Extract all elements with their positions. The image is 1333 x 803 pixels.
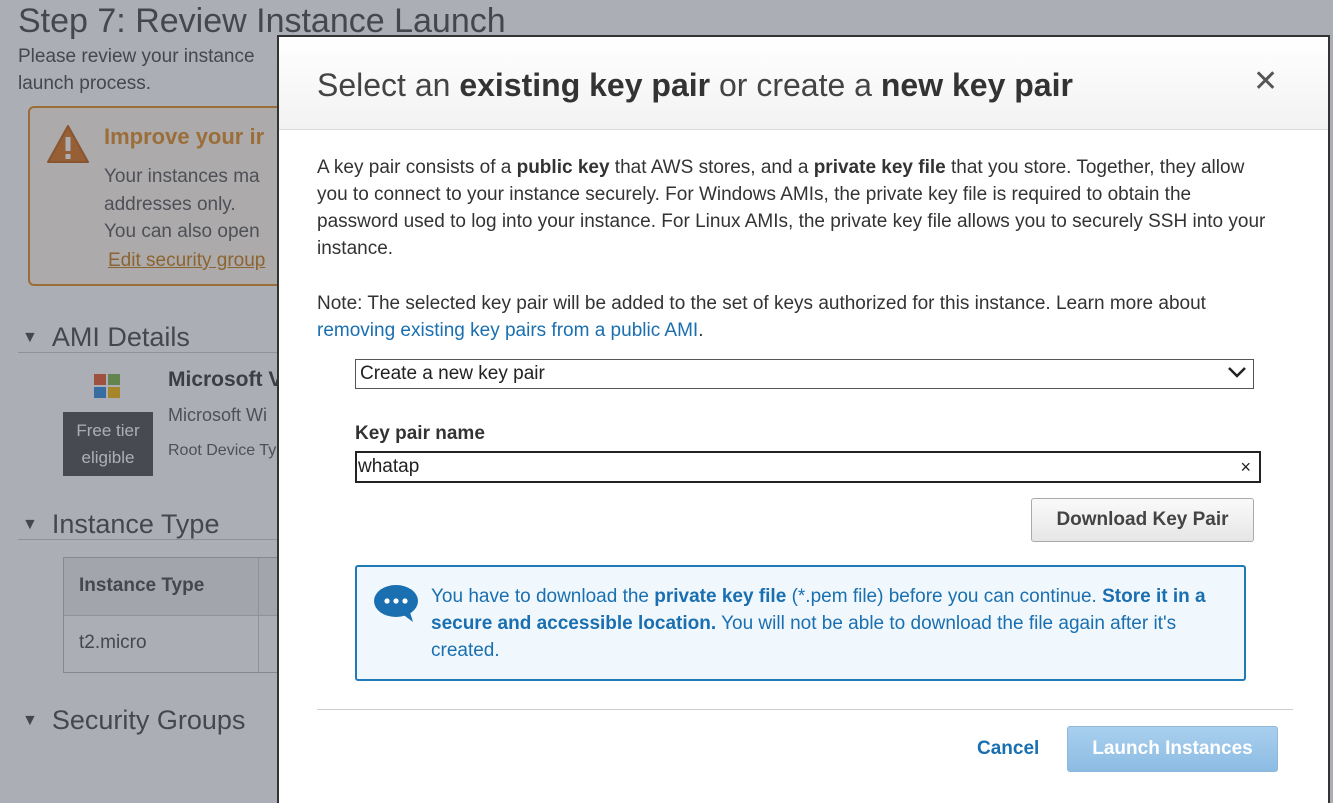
text: Note: The selected key pair will be adde… [317,293,1206,314]
clear-icon[interactable]: × [1240,453,1251,481]
title-text: or create a [710,67,881,103]
close-icon[interactable]: ✕ [1253,67,1278,97]
key-pair-name-label: Key pair name [355,423,485,444]
text-bold: public key [516,157,610,178]
cancel-button[interactable]: Cancel [977,738,1039,760]
launch-instances-button[interactable]: Launch Instances [1067,726,1278,772]
text: . [698,320,704,341]
key-pair-option-select[interactable]: Create a new key pair [355,359,1254,389]
title-emphasis: new key pair [880,67,1073,103]
dialog-title: Select an existing key pair or create a … [317,67,1073,104]
info-message: You have to download the private key fil… [431,583,1241,664]
key-pair-name-input[interactable]: whatap × [355,451,1261,483]
key-pair-dialog: Select an existing key pair or create a … [277,35,1330,803]
divider [317,709,1293,710]
text: that AWS stores, and a [609,157,814,178]
speech-bubble-icon [374,585,418,622]
dialog-header: Select an existing key pair or create a … [279,37,1328,130]
select-value: Create a new key pair [360,363,545,384]
chevron-down-icon [1228,367,1246,378]
text: (*.pem file) before you can continue. [786,586,1103,607]
key-pair-note: Note: The selected key pair will be adde… [317,290,1277,344]
text-bold: private key file [654,586,787,607]
remove-key-pairs-link[interactable]: removing existing key pairs from a publi… [317,320,698,341]
download-info-box: You have to download the private key fil… [355,565,1246,681]
key-pair-description: A key pair consists of a public key that… [317,154,1277,262]
title-text: Select an [317,67,460,103]
title-emphasis: existing key pair [459,67,711,103]
text: You have to download the [431,586,655,607]
download-key-pair-button[interactable]: Download Key Pair [1031,498,1254,542]
text-bold: private key file [813,157,946,178]
input-value: whatap [358,456,420,477]
text: A key pair consists of a [317,157,517,178]
